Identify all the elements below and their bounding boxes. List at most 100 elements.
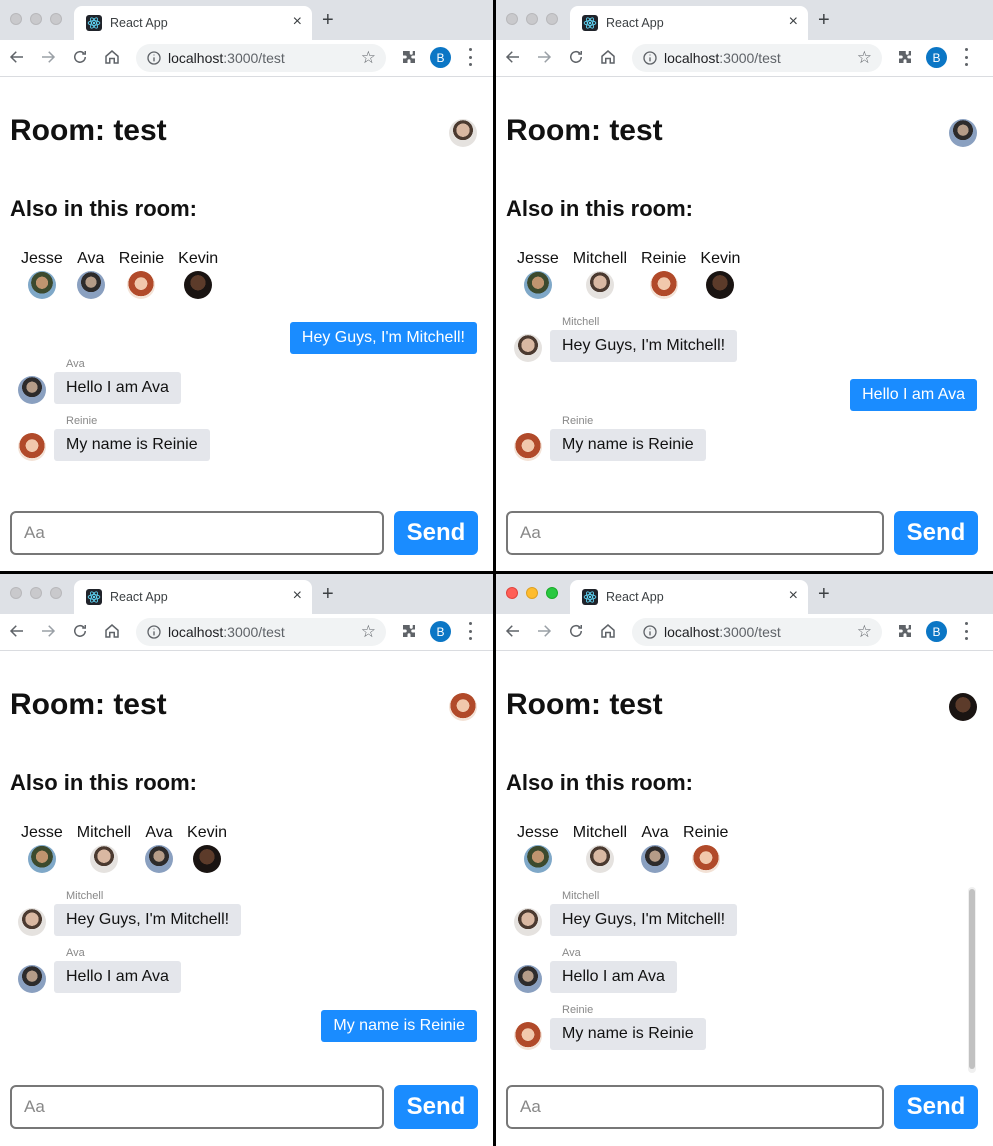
back-icon[interactable] bbox=[8, 48, 26, 66]
forward-icon[interactable] bbox=[39, 48, 57, 66]
maximize-window-button[interactable] bbox=[50, 587, 62, 599]
members-heading: Also in this room: bbox=[506, 196, 693, 221]
info-icon[interactable] bbox=[146, 50, 162, 66]
own-message-bubble: Hey Guys, I'm Mitchell! bbox=[289, 322, 477, 354]
avatar bbox=[585, 271, 614, 299]
url-host: localhost bbox=[168, 50, 224, 66]
scroll-thumb[interactable] bbox=[969, 889, 975, 1069]
reload-icon[interactable] bbox=[71, 622, 89, 640]
close-window-button[interactable] bbox=[506, 587, 518, 599]
address-bar[interactable]: localhost:3000/test ☆ bbox=[632, 618, 882, 646]
reload-icon[interactable] bbox=[567, 622, 585, 640]
message-input[interactable] bbox=[506, 511, 884, 555]
profile-avatar[interactable]: B bbox=[430, 621, 451, 642]
send-button[interactable]: Send bbox=[394, 511, 478, 555]
sender-name: Reinie bbox=[562, 415, 594, 427]
member-mitchell: Mitchell bbox=[568, 249, 632, 299]
star-icon[interactable]: ☆ bbox=[857, 622, 872, 642]
profile-avatar[interactable]: B bbox=[430, 47, 451, 68]
window-controls bbox=[10, 13, 62, 25]
send-button[interactable]: Send bbox=[894, 511, 978, 555]
profile-avatar[interactable]: B bbox=[926, 47, 947, 68]
maximize-window-button[interactable] bbox=[546, 587, 558, 599]
minimize-window-button[interactable] bbox=[526, 587, 538, 599]
own-message-bubble: Hello I am Ava bbox=[850, 379, 977, 411]
browser-tab[interactable]: React App × bbox=[570, 6, 808, 40]
send-button[interactable]: Send bbox=[894, 1085, 978, 1129]
sender-name: Reinie bbox=[562, 1004, 594, 1016]
menu-icon[interactable] bbox=[468, 622, 472, 640]
puzzle-icon[interactable] bbox=[400, 622, 418, 640]
close-window-button[interactable] bbox=[10, 587, 22, 599]
browser-tab[interactable]: React App × bbox=[74, 580, 312, 614]
menu-icon[interactable] bbox=[964, 622, 968, 640]
close-icon[interactable]: × bbox=[293, 13, 302, 31]
member-jesse: Jesse bbox=[16, 249, 68, 299]
url-path: :3000/test bbox=[719, 50, 781, 66]
browser-tab[interactable]: React App × bbox=[74, 6, 312, 40]
window-controls bbox=[506, 13, 558, 25]
profile-avatar[interactable]: B bbox=[926, 621, 947, 642]
plus-icon[interactable]: + bbox=[818, 9, 830, 31]
forward-icon[interactable] bbox=[535, 622, 553, 640]
info-icon[interactable] bbox=[642, 624, 658, 640]
message-input[interactable] bbox=[506, 1085, 884, 1129]
avatar bbox=[514, 433, 542, 461]
address-bar[interactable]: localhost:3000/test ☆ bbox=[632, 44, 882, 72]
message-bubble: Hello I am Ava bbox=[550, 961, 677, 993]
maximize-window-button[interactable] bbox=[546, 13, 558, 25]
sender-name: Ava bbox=[66, 358, 85, 370]
minimize-window-button[interactable] bbox=[30, 587, 42, 599]
puzzle-icon[interactable] bbox=[896, 48, 914, 66]
self-avatar bbox=[949, 693, 977, 721]
home-icon[interactable] bbox=[103, 48, 121, 66]
close-icon[interactable]: × bbox=[789, 587, 798, 605]
puzzle-icon[interactable] bbox=[896, 622, 914, 640]
back-icon[interactable] bbox=[504, 48, 522, 66]
reload-icon[interactable] bbox=[567, 48, 585, 66]
member-kevin: Kevin bbox=[182, 823, 232, 873]
message-input[interactable] bbox=[10, 511, 384, 555]
menu-icon[interactable] bbox=[964, 48, 968, 66]
close-icon[interactable]: × bbox=[293, 587, 302, 605]
star-icon[interactable]: ☆ bbox=[361, 622, 376, 642]
plus-icon[interactable]: + bbox=[818, 583, 830, 605]
maximize-window-button[interactable] bbox=[50, 13, 62, 25]
plus-icon[interactable]: + bbox=[322, 583, 334, 605]
browser-tab[interactable]: React App × bbox=[570, 580, 808, 614]
minimize-window-button[interactable] bbox=[526, 13, 538, 25]
message-item: Mitchell Hey Guys, I'm Mitchell! bbox=[514, 316, 738, 362]
message-input[interactable] bbox=[10, 1085, 384, 1129]
message-scrollbar[interactable] bbox=[968, 887, 976, 1073]
send-button[interactable]: Send bbox=[394, 1085, 478, 1129]
back-icon[interactable] bbox=[8, 622, 26, 640]
room-title: Room: test bbox=[506, 114, 663, 147]
close-icon[interactable]: × bbox=[789, 13, 798, 31]
message-composer: Send bbox=[506, 511, 978, 555]
info-icon[interactable] bbox=[146, 624, 162, 640]
forward-icon[interactable] bbox=[535, 48, 553, 66]
menu-icon[interactable] bbox=[468, 48, 472, 66]
home-icon[interactable] bbox=[599, 622, 617, 640]
message-item: Reinie My name is Reinie bbox=[18, 415, 210, 461]
avatar bbox=[184, 271, 213, 299]
plus-icon[interactable]: + bbox=[322, 9, 334, 31]
address-bar[interactable]: localhost:3000/test ☆ bbox=[136, 44, 386, 72]
forward-icon[interactable] bbox=[39, 622, 57, 640]
minimize-window-button[interactable] bbox=[30, 13, 42, 25]
avatar bbox=[89, 845, 118, 873]
avatar bbox=[514, 334, 542, 362]
star-icon[interactable]: ☆ bbox=[857, 48, 872, 68]
address-bar[interactable]: localhost:3000/test ☆ bbox=[136, 618, 386, 646]
chat-page: Room: test Also in this room: Jesse Ava Re… bbox=[0, 77, 493, 571]
info-icon[interactable] bbox=[642, 50, 658, 66]
close-window-button[interactable] bbox=[506, 13, 518, 25]
close-window-button[interactable] bbox=[10, 13, 22, 25]
back-icon[interactable] bbox=[504, 622, 522, 640]
puzzle-icon[interactable] bbox=[400, 48, 418, 66]
home-icon[interactable] bbox=[103, 622, 121, 640]
member-name: Kevin bbox=[700, 250, 741, 267]
reload-icon[interactable] bbox=[71, 48, 89, 66]
home-icon[interactable] bbox=[599, 48, 617, 66]
star-icon[interactable]: ☆ bbox=[361, 48, 376, 68]
